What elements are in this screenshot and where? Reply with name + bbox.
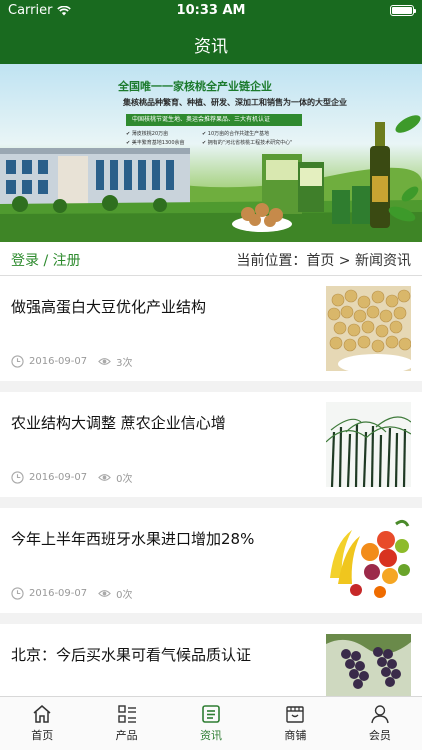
tab-bar: 首页 产品 资讯 商铺 会员 <box>0 696 422 750</box>
news-date: 2016-09-07 <box>29 472 88 483</box>
banner-strip: 中国核桃节诞生地、奥运会推荐果品、三大有机认证 <box>126 114 302 126</box>
news-title: 今年上半年西班牙水果进口增加28% <box>11 530 255 548</box>
clock-icon <box>11 355 24 368</box>
news-icon <box>202 705 220 723</box>
news-views: 3次 <box>116 358 133 369</box>
news-views: 0次 <box>116 590 133 601</box>
auth-separator: / <box>39 253 53 269</box>
tab-label: 商铺 <box>284 729 307 742</box>
tab-products[interactable]: 产品 <box>84 697 168 750</box>
breadcrumb-bar: 登录 / 注册 当前位置：首页 > 新闻资讯 <box>0 242 422 276</box>
clock-icon <box>11 587 24 600</box>
eye-icon <box>98 474 111 481</box>
news-date: 2016-09-07 <box>29 356 88 367</box>
news-title: 做强高蛋白大豆优化产业结构 <box>11 298 207 316</box>
news-item[interactable]: 做强高蛋白大豆优化产业结构 2016-09-07 3次 <box>0 276 422 381</box>
news-item[interactable]: 农业结构大调整 蔗农企业信心增 2016-09-07 0次 <box>0 392 422 497</box>
login-link[interactable]: 登录 <box>11 253 39 269</box>
news-thumbnail-sugarcane <box>326 402 411 487</box>
battery-icon <box>390 5 416 16</box>
news-meta: 2016-09-07 0次 <box>11 470 133 485</box>
store-icon <box>286 706 305 723</box>
tab-label: 首页 <box>31 729 54 742</box>
page-title: 资讯 <box>194 37 228 57</box>
banner-point: ✔ 美丰繁育基地1300余亩 <box>126 140 185 146</box>
clock-icon <box>11 471 24 484</box>
promo-banner[interactable]: 全国唯一一家核桃全产业链企业 集核桃品种繁育、种植、研发、深加工和销售为一体的大… <box>0 64 422 242</box>
news-thumbnail-grapes <box>326 634 411 696</box>
banner-points-left: ✔ 薄皮核桃20万亩 ✔ 美丰繁育基地1300余亩 <box>126 130 185 148</box>
top-bar: Carrier 10:33 AM 资讯 <box>0 0 422 64</box>
home-icon <box>33 705 51 723</box>
tab-label: 资讯 <box>200 729 223 742</box>
banner-point: ✔ 薄皮核桃20万亩 <box>126 131 169 137</box>
news-title: 北京：今后买水果可看气候品质认证 <box>11 646 252 664</box>
news-item[interactable]: 今年上半年西班牙水果进口增加28% 2016-09-07 0次 <box>0 508 422 613</box>
news-views: 0次 <box>116 474 133 485</box>
eye-icon <box>98 590 111 597</box>
news-thumbnail-fruits <box>326 518 411 603</box>
news-item[interactable]: 北京：今后买水果可看气候品质认证 <box>0 624 422 696</box>
tab-store[interactable]: 商铺 <box>253 697 337 750</box>
clock: 10:33 AM <box>176 3 246 18</box>
tab-member[interactable]: 会员 <box>338 697 422 750</box>
banner-headline: 全国唯一一家核桃全产业链企业 <box>118 80 272 93</box>
tab-home[interactable]: 首页 <box>0 697 84 750</box>
breadcrumb: 当前位置：首页 > 新闻资讯 <box>236 253 411 269</box>
tab-label: 会员 <box>368 729 391 742</box>
user-icon <box>371 705 389 724</box>
list-icon <box>117 705 136 723</box>
tab-label: 产品 <box>115 729 138 742</box>
news-thumbnail-soybeans <box>326 286 411 371</box>
register-link[interactable]: 注册 <box>53 253 81 269</box>
tab-news[interactable]: 资讯 <box>169 697 253 750</box>
banner-points-right: ✔ 10万亩的合作共建生产基地 ✔ 拥有的"河北省核桃工程技术研究中心" <box>202 130 292 148</box>
banner-point: ✔ 拥有的"河北省核桃工程技术研究中心" <box>202 140 293 146</box>
news-meta: 2016-09-07 0次 <box>11 586 133 601</box>
status-bar: Carrier 10:33 AM <box>0 0 422 22</box>
news-date: 2016-09-07 <box>29 588 88 599</box>
eye-icon <box>98 358 111 365</box>
news-meta: 2016-09-07 3次 <box>11 354 133 369</box>
banner-subline: 集核桃品种繁育、种植、研发、深加工和销售为一体的大型企业 <box>123 98 347 107</box>
auth-links: 登录 / 注册 <box>11 250 81 270</box>
banner-point: ✔ 10万亩的合作共建生产基地 <box>202 131 270 137</box>
news-title: 农业结构大调整 蔗农企业信心增 <box>11 414 226 432</box>
